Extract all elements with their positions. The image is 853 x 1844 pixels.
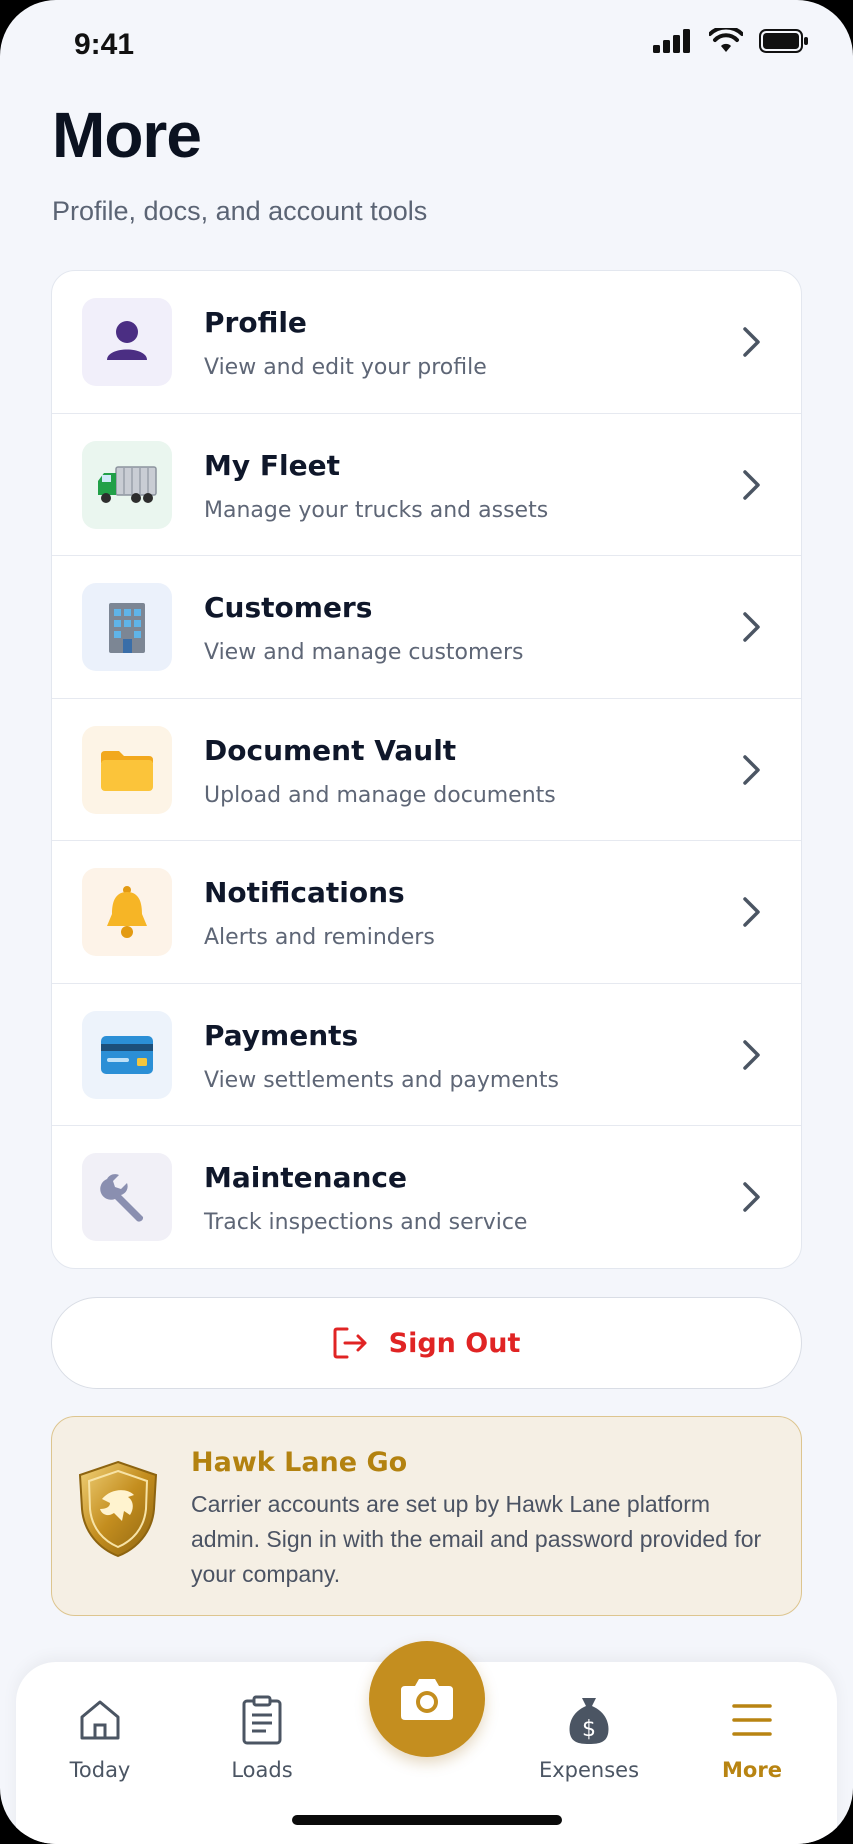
menu-item-subtitle: View and edit your profile: [204, 355, 487, 380]
status-time: 9:41: [74, 28, 135, 61]
menu-item-document-vault[interactable]: Document Vault Upload and manage documen…: [52, 699, 801, 841]
menu-item-subtitle: View settlements and payments: [204, 1067, 559, 1093]
menu-item-notifications[interactable]: Notifications Alerts and reminders: [52, 841, 801, 984]
chevron-right-icon: [743, 754, 760, 785]
info-body: Carrier accounts are set up by Hawk Lane…: [191, 1491, 762, 1587]
tab-label: Today: [69, 1758, 131, 1782]
clipboard-icon: [242, 1695, 282, 1745]
tab-label: Loads: [231, 1758, 293, 1782]
credit-card-icon: [82, 1010, 172, 1099]
truck-icon: [82, 440, 172, 529]
menu-list: Profile View and edit your profile My Fl…: [51, 270, 802, 1269]
page-subtitle: Profile, docs, and account tools: [52, 196, 428, 226]
more-screen: 9:41 More Profile, docs, and account too…: [0, 0, 853, 1844]
menu-item-my-fleet[interactable]: My Fleet Manage your trucks and assets: [52, 414, 801, 556]
cellular-signal-icon: [653, 29, 690, 53]
page-title: More: [52, 99, 202, 171]
tab-today[interactable]: Today: [40, 1692, 160, 1782]
sign-out-label: Sign Out: [388, 1327, 521, 1359]
wifi-icon: [709, 28, 743, 52]
menu-item-subtitle: Manage your trucks and assets: [204, 497, 549, 523]
menu-item-subtitle: View and manage customers: [204, 640, 524, 665]
tab-loads[interactable]: Loads: [202, 1692, 322, 1782]
menu-item-title: My Fleet: [204, 448, 340, 482]
chevron-right-icon: [743, 1039, 760, 1070]
menu-item-customers[interactable]: Customers View and manage customers: [52, 556, 801, 699]
status-bar: 9:41: [0, 0, 853, 100]
menu-item-title: Maintenance: [204, 1161, 408, 1194]
bell-icon: [82, 868, 172, 956]
tab-expenses[interactable]: $ Expenses: [529, 1692, 649, 1782]
tab-more[interactable]: More: [692, 1692, 812, 1782]
battery-icon: [759, 29, 808, 53]
info-title: Hawk Lane Go: [191, 1447, 408, 1478]
home-icon: [80, 1700, 120, 1740]
office-building-icon: [82, 583, 172, 671]
menu-item-title: Document Vault: [204, 733, 457, 767]
menu-item-title: Notifications: [204, 876, 405, 909]
tab-label: More: [722, 1758, 782, 1782]
chevron-right-icon: [743, 1182, 760, 1212]
menu-item-title: Profile: [204, 306, 307, 339]
folder-icon: [82, 725, 172, 814]
wrench-icon: [82, 1153, 172, 1241]
menu-item-maintenance[interactable]: Maintenance Track inspections and servic…: [52, 1126, 801, 1268]
camera-button[interactable]: [369, 1641, 485, 1757]
chevron-right-icon: [743, 327, 760, 357]
menu-item-subtitle: Alerts and reminders: [204, 925, 435, 950]
sign-out-icon: [333, 1327, 367, 1359]
menu-item-subtitle: Upload and manage documents: [204, 782, 556, 808]
menu-icon: [732, 1704, 772, 1736]
status-icons: [653, 28, 809, 54]
person-icon: [82, 298, 172, 386]
menu-item-title: Payments: [204, 1018, 359, 1052]
tab-label: Expenses: [538, 1758, 640, 1782]
chevron-right-icon: [743, 612, 760, 642]
camera-icon: [401, 1679, 453, 1720]
menu-item-payments[interactable]: Payments View settlements and payments: [52, 984, 801, 1126]
svg-text:$: $: [582, 1717, 596, 1742]
menu-item-subtitle: Track inspections and service: [204, 1210, 528, 1235]
menu-item-title: Customers: [204, 591, 373, 624]
sign-out-button[interactable]: Sign Out: [51, 1297, 802, 1389]
home-indicator: [292, 1815, 562, 1825]
menu-item-profile[interactable]: Profile View and edit your profile: [52, 271, 801, 414]
chevron-right-icon: [743, 469, 760, 500]
money-bag-icon: $: [569, 1698, 609, 1744]
info-card: Hawk Lane Go Carrier accounts are set up…: [51, 1416, 802, 1616]
chevron-right-icon: [743, 897, 760, 927]
shield-hawk-logo-icon: [78, 1460, 158, 1558]
